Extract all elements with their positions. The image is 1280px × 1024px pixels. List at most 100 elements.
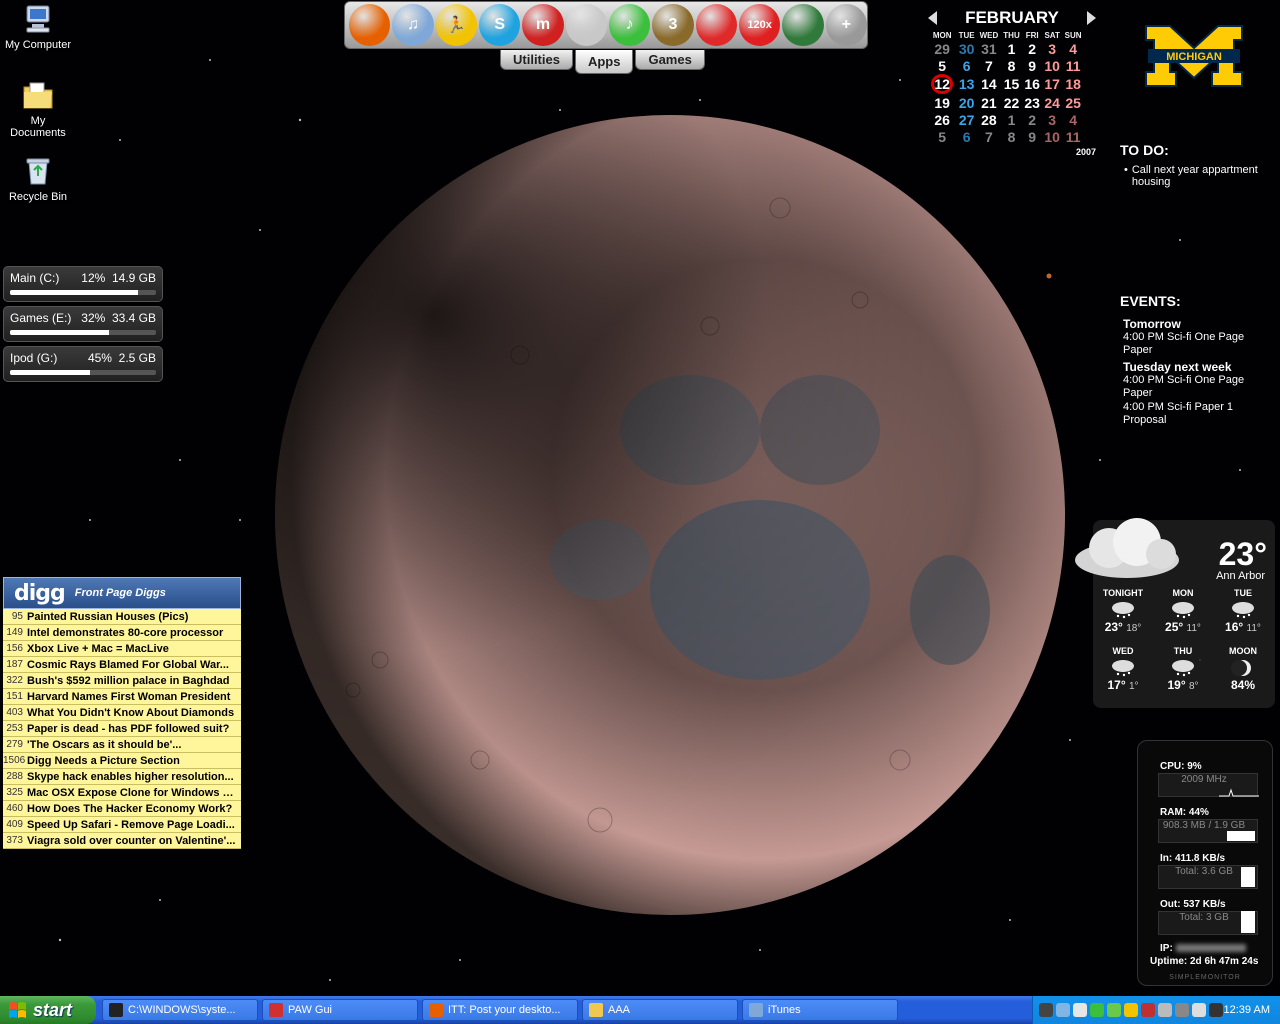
dock-tab-games[interactable]: Games <box>635 50 705 70</box>
calendar-day[interactable]: 28 <box>977 111 1001 128</box>
calendar-day[interactable]: 23 <box>1022 94 1042 111</box>
calendar-day[interactable]: 9 <box>1022 128 1042 145</box>
calendar-day[interactable]: 26 <box>928 111 956 128</box>
digg-title[interactable]: Xbox Live + Mac = MacLive <box>25 643 237 655</box>
calendar-day[interactable]: 16 <box>1022 74 1042 94</box>
digg-item[interactable]: 325 Mac OSX Expose Clone for Windows V... <box>3 785 241 801</box>
calendar-day[interactable]: 11 <box>1062 57 1084 74</box>
tray-icon[interactable] <box>1175 1003 1189 1017</box>
calendar-day[interactable]: 15 <box>1001 74 1022 94</box>
tray-icon[interactable] <box>1158 1003 1172 1017</box>
digg-item[interactable]: 253 Paper is dead - has PDF followed suit… <box>3 721 241 737</box>
start-button[interactable]: start <box>0 996 96 1024</box>
digg-header[interactable]: digg Front Page Diggs <box>3 577 241 609</box>
tray-icon[interactable] <box>1124 1003 1138 1017</box>
calendar-day[interactable]: 11 <box>1062 128 1084 145</box>
digg-item[interactable]: 187 Cosmic Rays Blamed For Global War... <box>3 657 241 673</box>
calendar-day[interactable]: 27 <box>956 111 977 128</box>
calendar-day[interactable]: 6 <box>956 57 977 74</box>
desktop-icon-my-documents[interactable]: My Documents <box>0 78 76 139</box>
weather-widget[interactable]: 23° Ann Arbor TONIGHT 23° 18° MON 25° 11° TU… <box>1075 518 1275 708</box>
digg-title[interactable]: Digg Needs a Picture Section <box>25 755 237 767</box>
calendar-day[interactable]: 25 <box>1062 94 1084 111</box>
desktop-icon-my-computer[interactable]: My Computer <box>0 2 76 51</box>
digg-item[interactable]: 149 Intel demonstrates 80-core processor <box>3 625 241 641</box>
calendar-day[interactable]: 30 <box>956 40 977 57</box>
calendar-day[interactable]: 1 <box>1001 40 1022 57</box>
calendar-day[interactable]: 4 <box>1062 40 1084 57</box>
digg-item[interactable]: 409 Speed Up Safari - Remove Page Loadi..… <box>3 817 241 833</box>
digg-title[interactable]: What You Didn't Know About Diamonds <box>25 707 237 719</box>
digg-item[interactable]: 322 Bush's $592 million palace in Baghdad <box>3 673 241 689</box>
film-icon[interactable]: 3 <box>652 4 694 46</box>
digg-item[interactable]: 156 Xbox Live + Mac = MacLive <box>3 641 241 657</box>
digg-title[interactable]: Intel demonstrates 80-core processor <box>25 627 237 639</box>
audition-icon[interactable] <box>695 4 737 46</box>
drive-meter-g[interactable]: Ipod (G:) 45% 2.5 GB <box>3 346 163 382</box>
prev-month-icon[interactable] <box>928 11 937 25</box>
desktop-icon-recycle-bin[interactable]: Recycle Bin <box>0 154 76 203</box>
skype-icon[interactable]: S <box>478 4 521 46</box>
calendar-day[interactable]: 19 <box>928 94 956 111</box>
calendar-day[interactable]: 2 <box>1022 111 1042 128</box>
digg-title[interactable]: How Does The Hacker Economy Work? <box>25 803 237 815</box>
tray-icon[interactable] <box>1039 1003 1053 1017</box>
calendar-day[interactable]: 10 <box>1042 57 1062 74</box>
calendar-day[interactable]: 10 <box>1042 128 1062 145</box>
digg-title[interactable]: Bush's $592 million palace in Baghdad <box>25 675 237 687</box>
taskbar-button[interactable]: AAA <box>582 999 738 1021</box>
calendar-day[interactable]: 4 <box>1062 111 1084 128</box>
digg-item[interactable]: 95 Painted Russian Houses (Pics) <box>3 609 241 625</box>
calendar-day[interactable]: 8 <box>1001 57 1022 74</box>
digg-title[interactable]: Harvard Names First Woman President <box>25 691 237 703</box>
calendar-day[interactable]: 7 <box>977 57 1001 74</box>
calendar-day[interactable]: 9 <box>1022 57 1042 74</box>
calendar-day[interactable]: 22 <box>1001 94 1022 111</box>
calendar-day[interactable]: 6 <box>956 128 977 145</box>
globe-icon[interactable] <box>782 4 824 46</box>
acrobat-icon[interactable]: 120x <box>738 4 781 46</box>
taskbar-clock[interactable]: 12:39 AM <box>1224 1004 1270 1016</box>
calendar-day[interactable]: 29 <box>928 40 956 57</box>
calendar-day[interactable]: 13 <box>956 74 977 94</box>
tray-icon[interactable] <box>1192 1003 1206 1017</box>
calendar-day[interactable]: 1 <box>1001 111 1022 128</box>
jetaudio-icon[interactable]: ♪ <box>608 4 651 46</box>
dock-tab-utilities[interactable]: Utilities <box>500 50 573 70</box>
digg-item[interactable]: 1506 Digg Needs a Picture Section <box>3 753 241 769</box>
tray-icon[interactable] <box>1141 1003 1155 1017</box>
digg-title[interactable]: Mac OSX Expose Clone for Windows V... <box>25 787 237 799</box>
digg-item[interactable]: 288 Skype hack enables higher resolution.… <box>3 769 241 785</box>
calendar-day[interactable]: 3 <box>1042 40 1062 57</box>
digg-item[interactable]: 460 How Does The Hacker Economy Work? <box>3 801 241 817</box>
calendar-day[interactable]: 5 <box>928 128 956 145</box>
tray-icon[interactable] <box>1107 1003 1121 1017</box>
digg-title[interactable]: 'The Oscars as it should be'... <box>25 739 237 751</box>
taskbar-button[interactable]: C:\WINDOWS\syste... <box>102 999 258 1021</box>
calendar-day[interactable]: 5 <box>928 57 956 74</box>
calendar-day[interactable]: 2 <box>1022 40 1042 57</box>
digg-title[interactable]: Viagra sold over counter on Valentine'..… <box>25 835 237 847</box>
drive-meter-e[interactable]: Games (E:) 32% 33.4 GB <box>3 306 163 342</box>
calendar-day[interactable]: 21 <box>977 94 1001 111</box>
itunes-icon[interactable]: ♫ <box>392 4 434 46</box>
digg-item[interactable]: 403 What You Didn't Know About Diamonds <box>3 705 241 721</box>
next-month-icon[interactable] <box>1086 11 1096 25</box>
digg-title[interactable]: Cosmic Rays Blamed For Global War... <box>25 659 237 671</box>
calendar-day[interactable]: 31 <box>977 40 1001 57</box>
aim-icon[interactable]: 🏃 <box>435 4 477 46</box>
headset-icon[interactable] <box>565 4 607 46</box>
calendar-day[interactable]: 8 <box>1001 128 1022 145</box>
calendar-today[interactable]: 12 <box>928 74 956 94</box>
tray-icon[interactable] <box>1073 1003 1087 1017</box>
calendar-day[interactable]: 7 <box>977 128 1001 145</box>
calendar-day[interactable]: 18 <box>1062 74 1084 94</box>
dock-tab-apps[interactable]: Apps <box>574 50 634 74</box>
digg-item[interactable]: 151 Harvard Names First Woman President <box>3 689 241 705</box>
tray-icon[interactable] <box>1209 1003 1223 1017</box>
tray-icon[interactable] <box>1056 1003 1070 1017</box>
drive-meter-c[interactable]: Main (C:) 12% 14.9 GB <box>3 266 163 302</box>
firefox-icon[interactable] <box>349 4 391 46</box>
digg-item[interactable]: 373 Viagra sold over counter on Valentine… <box>3 833 241 849</box>
calendar-day[interactable]: 14 <box>977 74 1001 94</box>
